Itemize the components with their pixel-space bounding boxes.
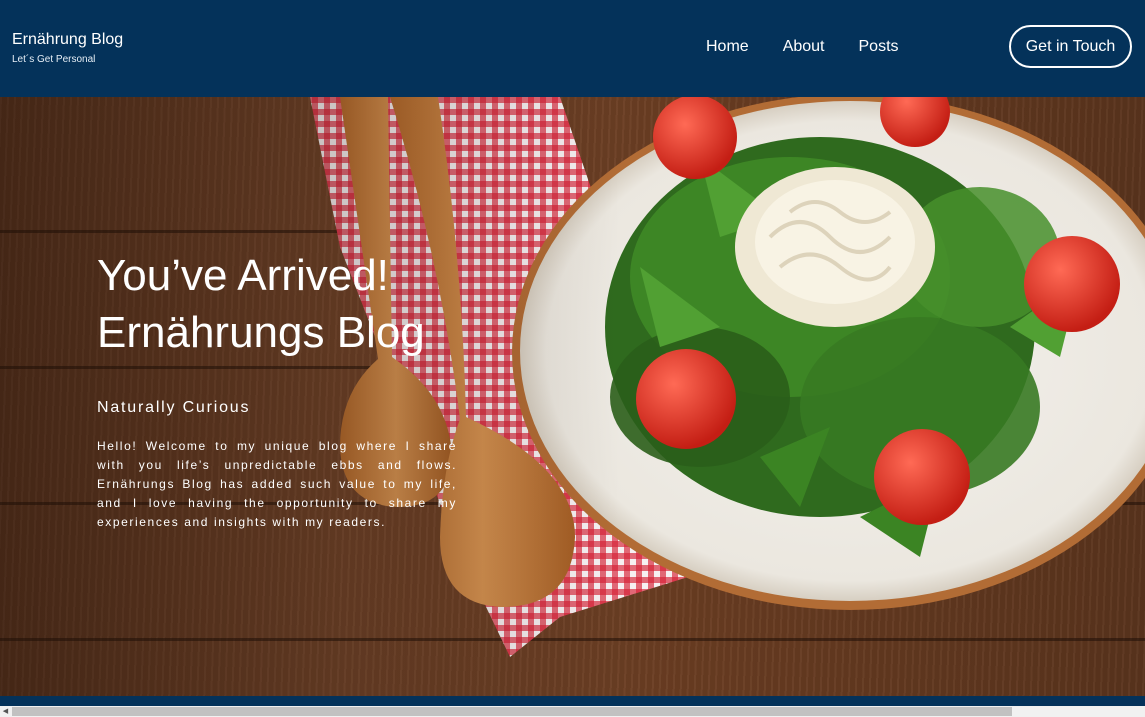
hero-content: You’ve Arrived! Ernährungs Blog Naturall… [97,247,457,532]
hero-title: You’ve Arrived! Ernährungs Blog [97,247,457,361]
nav-posts-link[interactable]: Posts [859,37,899,57]
scroll-left-arrow-icon[interactable]: ◀ [1,706,10,717]
site-header: Ernährung Blog Let´s Get Personal Home A… [0,0,1145,97]
horizontal-scrollbar[interactable]: ◀ [0,706,1145,717]
hero-title-line1: You’ve Arrived! [97,251,389,300]
mozzarella-icon [735,167,935,327]
brand[interactable]: Ernährung Blog Let´s Get Personal [12,30,123,65]
hero-section: You’ve Arrived! Ernährungs Blog Naturall… [0,97,1145,696]
hero-kicker: Naturally Curious [97,399,251,416]
main-nav: Home About Posts [706,37,899,57]
scrollbar-thumb[interactable] [12,707,1012,716]
get-in-touch-button[interactable]: Get in Touch [1009,25,1132,68]
brand-title[interactable]: Ernährung Blog [12,30,123,49]
nav-home-link[interactable]: Home [706,37,749,57]
brand-tagline: Let´s Get Personal [12,54,96,65]
hero-title-line2: Ernährungs Blog [97,308,425,357]
nav-about-link[interactable]: About [783,37,825,57]
hero-description: Hello! Welcome to my unique blog where I… [97,439,457,529]
